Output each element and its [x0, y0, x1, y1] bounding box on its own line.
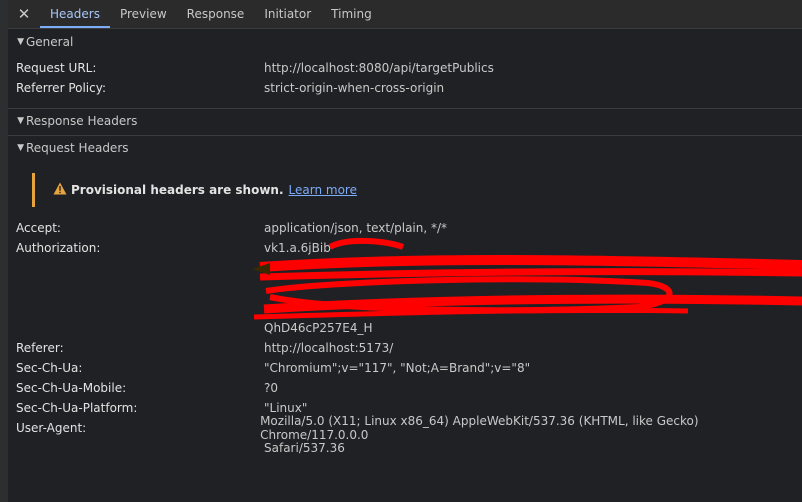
referer-value[interactable]: http://localhost:5173/ [264, 341, 393, 355]
sec-ch-ua-platform-value[interactable]: "Linux" [264, 401, 307, 415]
sec-ch-ua-platform-key: Sec-Ch-Ua-Platform: [16, 401, 138, 415]
headers-panel: ▼ General Request URL: http://localhost:… [8, 29, 802, 502]
left-edge [0, 0, 8, 502]
tab-headers[interactable]: Headers [40, 0, 110, 28]
sec-ch-ua-key: Sec-Ch-Ua: [16, 361, 83, 375]
header-user-agent-row: User-Agent: Mozilla/5.0 (X11; Linux x86_… [16, 414, 802, 442]
close-icon[interactable]: ✕ [8, 0, 40, 28]
user-agent-value-line-2[interactable]: Safari/537.36 [264, 441, 345, 455]
sec-ch-ua-mobile-value[interactable]: ?0 [264, 381, 278, 395]
header-referer-row: Referer: http://localhost:5173/ [16, 339, 393, 357]
header-user-agent-continuation: Safari/537.36 [264, 439, 345, 457]
tab-bar: ✕ Headers Preview Response Initiator Tim… [8, 0, 802, 29]
header-sec-ch-ua-row: Sec-Ch-Ua: "Chromium";v="117", "Not;A=Br… [16, 359, 530, 377]
tab-timing[interactable]: Timing [321, 0, 382, 28]
tab-response[interactable]: Response [177, 0, 255, 28]
tab-preview[interactable]: Preview [110, 0, 177, 28]
user-agent-value-line-1[interactable]: Mozilla/5.0 (X11; Linux x86_64) AppleWeb… [260, 414, 802, 442]
sec-ch-ua-value[interactable]: "Chromium";v="117", "Not;A=Brand";v="8" [264, 361, 530, 375]
user-agent-key: User-Agent: [16, 421, 87, 435]
sec-ch-ua-mobile-key: Sec-Ch-Ua-Mobile: [16, 381, 127, 395]
header-sec-ch-ua-mobile-row: Sec-Ch-Ua-Mobile: ?0 [16, 379, 278, 397]
tab-initiator[interactable]: Initiator [254, 0, 321, 28]
referer-key: Referer: [16, 341, 64, 355]
